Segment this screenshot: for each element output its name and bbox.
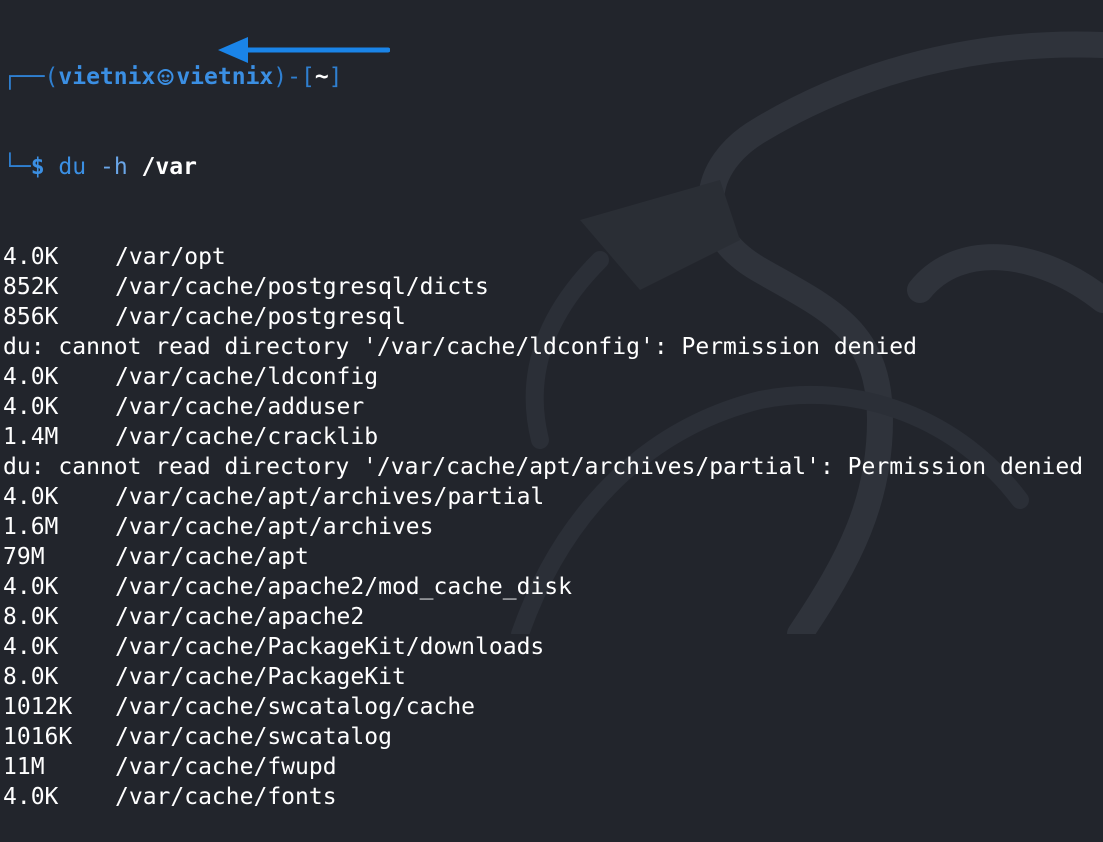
prompt-line-top: ┌──(vietnix vietnix)-[~] bbox=[3, 62, 1103, 92]
directory-path: /var/cache/swcatalog/cache bbox=[115, 694, 476, 720]
directory-path: /var/cache/apt/archives bbox=[115, 514, 434, 540]
directory-path: /var/cache/PackageKit bbox=[115, 664, 406, 690]
terminal-output: ┌──(vietnix vietnix)-[~] └─ $ du -h /var 4… bbox=[3, 2, 1103, 842]
directory-path: /var/cache/ldconfig bbox=[115, 364, 379, 390]
output-line: 4.0K/var/cache/fonts bbox=[3, 782, 1103, 812]
directory-path: /var/cache/apache2/mod_cache_disk bbox=[115, 574, 572, 600]
output-line: 4.0K/var/cache/PackageKit/downloads bbox=[3, 632, 1103, 662]
output-line: 4.0K/var/cache/adduser bbox=[3, 392, 1103, 422]
output-line: 8.0K/var/cache/PackageKit bbox=[3, 662, 1103, 692]
error-message: du: cannot read directory '/var/cache/ld… bbox=[3, 334, 917, 360]
disk-usage-size: 8.0K bbox=[3, 604, 59, 630]
disk-usage-size: 856K bbox=[3, 304, 59, 330]
error-line: du: cannot read directory '/var/cache/ap… bbox=[3, 452, 1103, 482]
directory-path: /var/opt bbox=[115, 244, 226, 270]
prompt-frame-bottom: └─ bbox=[3, 154, 31, 180]
disk-usage-size: 1.4M bbox=[3, 424, 59, 450]
output-line: 79M/var/cache/apt bbox=[3, 542, 1103, 572]
output-line: 4.0K/var/cache/apt/archives/partial bbox=[3, 482, 1103, 512]
directory-path: /var/cache/adduser bbox=[115, 394, 365, 420]
directory-path: /var/cache/fonts bbox=[115, 784, 337, 810]
command-line: └─ $ du -h /var bbox=[3, 152, 1103, 182]
command-name: du bbox=[58, 154, 87, 180]
disk-usage-size: 1016K bbox=[3, 724, 73, 750]
output-line: 8.0K/var/cache/apache2 bbox=[3, 602, 1103, 632]
left-arrow-icon bbox=[218, 37, 390, 63]
disk-usage-size: 4.0K bbox=[3, 394, 59, 420]
output-line: 11M/var/cache/fwupd bbox=[3, 752, 1103, 782]
prompt-path: ~ bbox=[314, 64, 329, 90]
directory-path: /var/cache/apt/archives/partial bbox=[115, 484, 545, 510]
directory-path: /var/cache/apache2 bbox=[115, 604, 365, 630]
prompt-dollar: $ bbox=[30, 154, 45, 180]
disk-usage-size: 4.0K bbox=[3, 634, 59, 660]
disk-usage-size: 1.6M bbox=[3, 514, 59, 540]
prompt-frame-end: ] bbox=[328, 64, 343, 90]
output-line: 852K/var/cache/postgresql/dicts bbox=[3, 272, 1103, 302]
disk-usage-size: 4.0K bbox=[3, 244, 59, 270]
disk-usage-size: 4.0K bbox=[3, 484, 59, 510]
output-line: 1.4M/var/cache/cracklib bbox=[3, 422, 1103, 452]
directory-path: /var/cache/postgresql/dicts bbox=[115, 274, 489, 300]
disk-usage-size: 4.0K bbox=[3, 784, 59, 810]
disk-usage-size: 8.0K bbox=[3, 664, 59, 690]
disk-usage-size: 852K bbox=[3, 274, 59, 300]
output-line: 4.0K/var/opt bbox=[3, 242, 1103, 272]
disk-usage-size: 79M bbox=[3, 544, 45, 570]
disk-usage-size: 4.0K bbox=[3, 574, 59, 600]
directory-path: /var/cache/apt bbox=[115, 544, 309, 570]
error-message: du: cannot read directory '/var/cache/ap… bbox=[3, 454, 1084, 480]
error-line: du: cannot read directory '/var/cache/ld… bbox=[3, 332, 1103, 362]
output-line: 856K/var/cache/postgresql bbox=[3, 302, 1103, 332]
prompt-hostname: vietnix bbox=[176, 64, 274, 90]
directory-path: /var/cache/PackageKit/downloads bbox=[115, 634, 545, 660]
disk-usage-size: 4.0K bbox=[3, 364, 59, 390]
disk-usage-size: 1012K bbox=[3, 694, 73, 720]
output-line: 1016K/var/cache/swcatalog bbox=[3, 722, 1103, 752]
command-flag: -h bbox=[99, 154, 128, 180]
output-line: 4.0K/var/cache/ldconfig bbox=[3, 362, 1103, 392]
prompt-username: vietnix bbox=[58, 64, 156, 90]
output-line: 1012K/var/cache/swcatalog/cache bbox=[3, 692, 1103, 722]
directory-path: /var/cache/postgresql bbox=[115, 304, 406, 330]
output-line: 1.6M/var/cache/apt/archives bbox=[3, 512, 1103, 542]
output-line: 4.0K/var/cache/apache2/mod_cache_disk bbox=[3, 572, 1103, 602]
command-argument: /var bbox=[141, 154, 197, 180]
kali-skull-icon bbox=[157, 69, 174, 85]
directory-path: /var/cache/swcatalog bbox=[115, 724, 392, 750]
directory-path: /var/cache/cracklib bbox=[115, 424, 379, 450]
du-output: 4.0K/var/opt 852K/var/cache/postgresql/di… bbox=[3, 242, 1103, 812]
disk-usage-size: 11M bbox=[3, 754, 45, 780]
prompt-frame-mid: )-[ bbox=[273, 64, 315, 90]
directory-path: /var/cache/fwupd bbox=[115, 754, 337, 780]
prompt-frame-top: ┌──( bbox=[3, 64, 59, 90]
